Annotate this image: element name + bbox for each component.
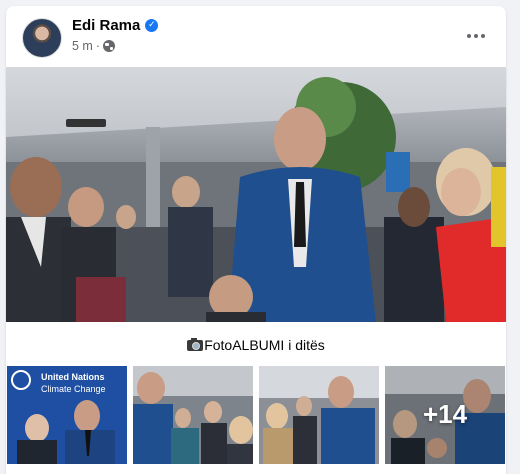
post-caption: FotoALBUMI i ditës xyxy=(6,324,506,367)
post-header: Edi Rama ✓ 5 m · xyxy=(6,6,506,66)
meta-separator: · xyxy=(95,39,101,53)
dot-icon xyxy=(474,34,478,38)
thumbnail-2[interactable] xyxy=(133,366,253,464)
thumbnail-4[interactable]: +14 xyxy=(385,366,505,464)
post-card: Edi Rama ✓ 5 m · FotoALBUMI i ditës Unit… xyxy=(6,6,506,474)
un-line-2: Climate Change xyxy=(41,384,106,394)
globe-icon[interactable] xyxy=(103,40,116,52)
author-name[interactable]: Edi Rama xyxy=(72,17,140,34)
caption-text: FotoALBUMI i ditës xyxy=(204,337,325,353)
post-meta: 5 m · xyxy=(72,39,116,53)
post-timestamp[interactable]: 5 m xyxy=(72,39,93,53)
author-avatar[interactable] xyxy=(22,18,62,58)
author-row: Edi Rama ✓ xyxy=(72,17,159,34)
more-photos-count[interactable]: +14 xyxy=(385,399,505,430)
thumbnail-1[interactable]: United Nations Climate Change xyxy=(7,366,127,464)
more-options-button[interactable] xyxy=(458,24,494,48)
thumbnail-3[interactable] xyxy=(259,366,379,464)
verified-badge-icon: ✓ xyxy=(145,19,159,32)
thumbnail-image xyxy=(133,366,253,464)
dot-icon xyxy=(481,34,485,38)
main-photo-image xyxy=(6,67,506,322)
main-photo[interactable] xyxy=(6,67,506,322)
thumbnail-image xyxy=(259,366,379,464)
camera-icon xyxy=(187,338,204,351)
dot-icon xyxy=(467,34,471,38)
un-logo-text: United Nations Climate Change xyxy=(41,371,106,395)
photo-thumbnails: United Nations Climate Change +14 xyxy=(7,366,506,464)
un-line-1: United Nations xyxy=(41,372,105,382)
